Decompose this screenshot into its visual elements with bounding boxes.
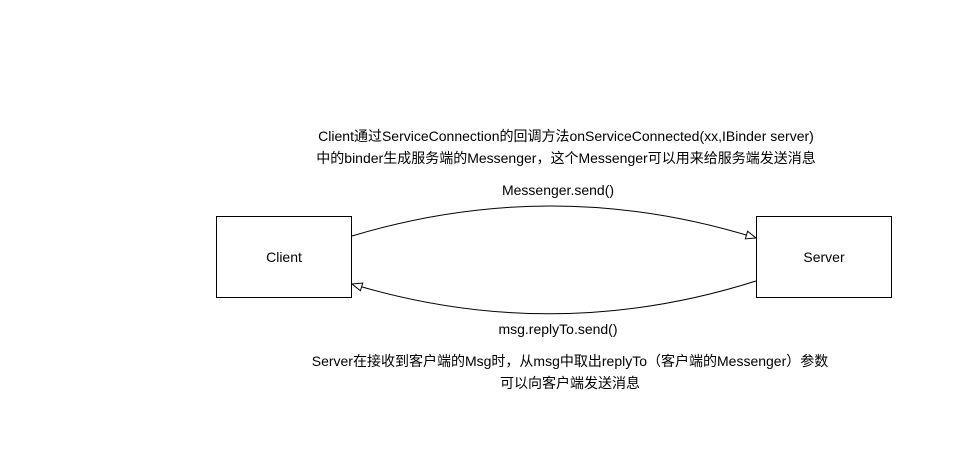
arrow-server-to-client — [352, 280, 757, 315]
bottom-note: Server在接收到客户端的Msg时，从msg中取出replyTo（客户端的Me… — [170, 350, 963, 394]
server-node[interactable]: Server — [756, 216, 892, 298]
server-node-label: Server — [803, 249, 845, 265]
arrow-client-to-server — [351, 205, 756, 238]
edge-label-server-to-client: msg.replyTo.send() — [498, 321, 618, 337]
client-node-label: Client — [266, 249, 302, 265]
client-node[interactable]: Client — [216, 216, 352, 298]
bottom-note-line-1: Server在接收到客户端的Msg时，从msg中取出replyTo（客户端的Me… — [311, 353, 829, 369]
bottom-note-line-2: 可以向客户端发送消息 — [500, 375, 640, 391]
